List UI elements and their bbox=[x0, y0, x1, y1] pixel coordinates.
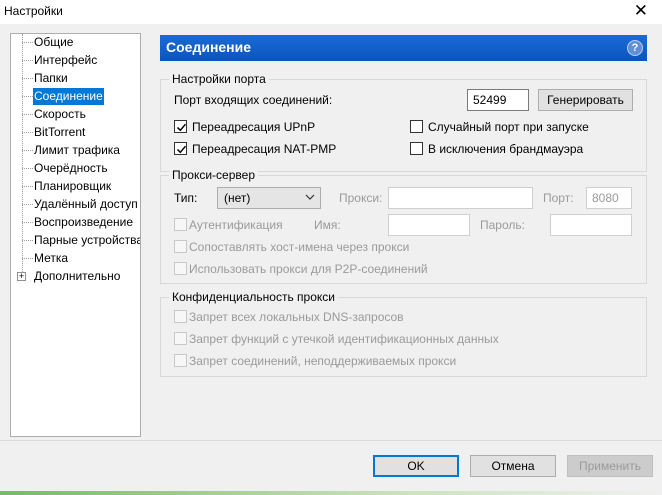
proxy-auth-label[interactable]: Аутентификация bbox=[189, 217, 283, 233]
block-leak-features-label[interactable]: Запрет функций с утечкой идентификационн… bbox=[189, 331, 499, 347]
section-title: Соединение bbox=[166, 39, 252, 55]
tree-connector-line bbox=[22, 34, 23, 280]
random-port-label[interactable]: Случайный порт при запуске bbox=[428, 119, 589, 135]
proxy-port-input[interactable]: 8080 bbox=[586, 187, 632, 209]
proxy-type-value: (нет) bbox=[224, 191, 251, 205]
proxy-type-label: Тип: bbox=[174, 191, 198, 205]
tree-item-label: Парные устройства bbox=[34, 233, 141, 247]
block-leak-features-checkbox[interactable] bbox=[174, 332, 187, 345]
group-title: Настройки порта bbox=[169, 72, 269, 86]
dialog-footer: OK Отмена Применить bbox=[0, 441, 662, 495]
tree-item-label: Воспроизведение bbox=[34, 215, 134, 229]
tree-item-label: Общие bbox=[34, 35, 74, 49]
proxy-auth-checkbox[interactable] bbox=[174, 218, 187, 231]
checkmark-icon bbox=[176, 123, 187, 132]
firewall-exception-label[interactable]: В исключения брандмауэра bbox=[428, 141, 583, 157]
proxy-host-input[interactable] bbox=[388, 187, 533, 209]
proxy-password-label: Пароль: bbox=[480, 218, 525, 232]
apply-button[interactable]: Применить bbox=[567, 455, 653, 477]
block-unsupported-label[interactable]: Запрет соединений, неподдерживаемых прок… bbox=[189, 353, 456, 369]
port-settings-group: Настройки порта Порт входящих соединений… bbox=[160, 72, 647, 172]
proxy-port-label: Порт: bbox=[543, 191, 574, 205]
bottom-accent-strip bbox=[0, 491, 662, 495]
upnp-checkbox[interactable] bbox=[174, 120, 187, 133]
proxy-username-input[interactable] bbox=[388, 214, 470, 236]
proxy-password-input[interactable] bbox=[550, 214, 632, 236]
dialog-client: Общие Интерфейс Папки Соединение Скорост… bbox=[0, 24, 662, 495]
tree-item-label: Метка bbox=[34, 251, 69, 265]
proxy-p2p-label[interactable]: Использовать прокси для P2P-соединений bbox=[189, 261, 428, 277]
section-header: Соединение ? bbox=[160, 35, 647, 61]
tree-item-label: Удалённый доступ bbox=[34, 197, 138, 211]
title-bar: Настройки ✕ bbox=[0, 0, 662, 24]
random-port-checkbox[interactable] bbox=[410, 120, 423, 133]
tree-item-label: Интерфейс bbox=[34, 53, 98, 67]
proxy-privacy-group: Конфиденциальность прокси Запрет всех ло… bbox=[160, 290, 647, 377]
tree-item-label: Соединение bbox=[33, 88, 104, 105]
tree-item-label: Лимит трафика bbox=[34, 143, 120, 157]
close-icon[interactable]: ✕ bbox=[634, 1, 648, 21]
chevron-down-icon bbox=[305, 194, 315, 200]
proxy-username-label: Имя: bbox=[314, 218, 341, 232]
tree-item-label: BitTorrent bbox=[34, 125, 86, 139]
proxy-p2p-checkbox[interactable] bbox=[174, 262, 187, 275]
upnp-label[interactable]: Переадресация UPnP bbox=[192, 119, 315, 135]
cancel-button[interactable]: Отмена bbox=[470, 455, 556, 477]
natpmp-checkbox[interactable] bbox=[174, 142, 187, 155]
generate-port-button[interactable]: Генерировать bbox=[538, 89, 633, 111]
proxy-host-label: Прокси: bbox=[339, 191, 383, 205]
block-unsupported-checkbox[interactable] bbox=[174, 354, 187, 367]
proxy-group: Прокси-сервер Тип: (нет) Прокси: Порт: 8… bbox=[160, 168, 647, 284]
natpmp-label[interactable]: Переадресация NAT-PMP bbox=[192, 141, 336, 157]
block-dns-label[interactable]: Запрет всех локальных DNS-запросов bbox=[189, 309, 404, 325]
tree-item-label: Скорость bbox=[34, 107, 86, 121]
firewall-exception-checkbox[interactable] bbox=[410, 142, 423, 155]
help-icon[interactable]: ? bbox=[627, 40, 643, 56]
tree-item-label: Папки bbox=[34, 71, 68, 85]
tree-item-label: Очерёдность bbox=[34, 161, 108, 175]
window-title: Настройки bbox=[4, 4, 63, 18]
expand-plus-icon[interactable]: + bbox=[17, 272, 26, 281]
group-title: Конфиденциальность прокси bbox=[169, 290, 338, 304]
ok-button[interactable]: OK bbox=[373, 455, 459, 477]
resolve-hostnames-checkbox[interactable] bbox=[174, 240, 187, 253]
resolve-hostnames-label[interactable]: Сопоставлять хост-имена через прокси bbox=[189, 239, 409, 255]
incoming-port-input[interactable]: 52499 bbox=[467, 89, 529, 111]
tree-item-label: Планировщик bbox=[34, 179, 112, 193]
group-title: Прокси-сервер bbox=[169, 168, 258, 182]
checkmark-icon bbox=[176, 145, 187, 154]
proxy-type-select[interactable]: (нет) bbox=[217, 187, 321, 209]
tree-item-label: Дополнительно bbox=[34, 269, 121, 283]
incoming-port-label: Порт входящих соединений: bbox=[174, 93, 333, 107]
settings-tree: Общие Интерфейс Папки Соединение Скорост… bbox=[10, 33, 141, 437]
block-dns-checkbox[interactable] bbox=[174, 310, 187, 323]
